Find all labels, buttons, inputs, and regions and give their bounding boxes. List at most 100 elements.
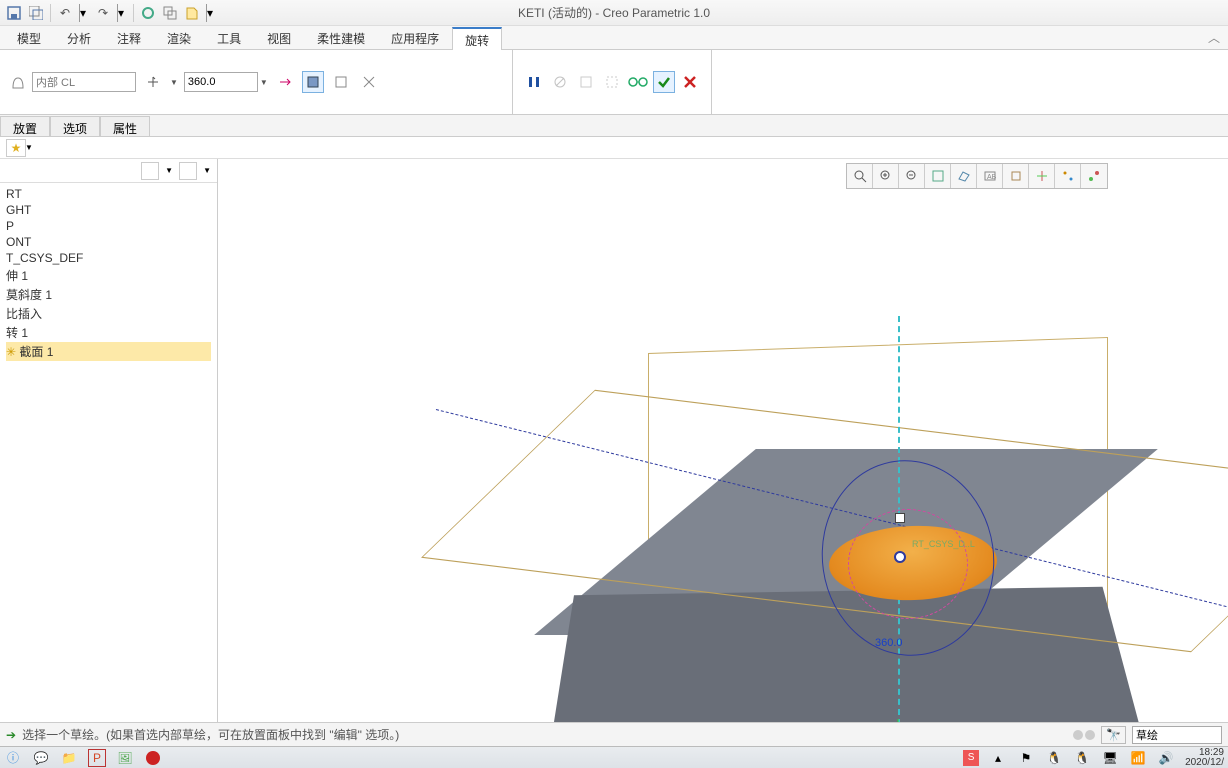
depth-options-dropdown[interactable]: ▼ (170, 78, 178, 87)
new-icon[interactable] (184, 5, 200, 21)
tree-item[interactable]: RT (6, 186, 211, 202)
ribbon-group-actions (512, 50, 712, 114)
tray-qq-icon[interactable]: 🐧 (1045, 749, 1063, 767)
sketch-collector-input[interactable] (32, 72, 136, 92)
taskbar-gallery-icon[interactable]: 🖼 (116, 749, 134, 767)
refit-icon[interactable] (847, 164, 873, 188)
display-style-icon[interactable] (951, 164, 977, 188)
subtab-properties[interactable]: 属性 (100, 116, 150, 136)
taskbar-ppt-icon[interactable]: P (88, 749, 106, 767)
taskbar-wechat-icon[interactable]: 💬 (32, 749, 50, 767)
tab-apps[interactable]: 应用程序 (378, 26, 452, 49)
tab-tools[interactable]: 工具 (204, 26, 254, 49)
zoom-out-icon[interactable] (899, 164, 925, 188)
tab-flexible[interactable]: 柔性建模 (304, 26, 378, 49)
tray-volume-icon[interactable]: 🔊 (1157, 749, 1175, 767)
angle-dropdown[interactable]: ▼ (260, 78, 268, 87)
save-copy-icon[interactable] (28, 5, 44, 21)
revolve-solid-icon[interactable] (10, 74, 26, 90)
tab-render[interactable]: 渲染 (154, 26, 204, 49)
tab-analysis[interactable]: 分析 (54, 26, 104, 49)
subtab-placement[interactable]: 放置 (0, 116, 50, 136)
solid-toggle-icon[interactable] (302, 71, 324, 93)
flip-direction-icon[interactable] (274, 71, 296, 93)
graphics-canvas[interactable]: AB 360.0 RT_CSYS_D..L ▾ ◎ 🔍 💬 正在录制 [00:0… (218, 159, 1228, 722)
tab-view[interactable]: 视图 (254, 26, 304, 49)
named-views-icon[interactable]: AB (977, 164, 1003, 188)
status-selection-input[interactable] (1132, 726, 1222, 744)
status-bar: ➔ 选择一个草绘。(如果首选内部草绘，可在放置面板中找到 "编辑" 选项。) 🔭 (0, 722, 1228, 746)
redo-dropdown[interactable]: ▾ (117, 4, 127, 22)
favorites-icon[interactable]: ★ (6, 139, 26, 157)
model-tree-tools: ▼ ▼ (0, 159, 217, 183)
status-message: 选择一个草绘。(如果首选内部草绘，可在放置面板中找到 "编辑" 选项。) (22, 726, 399, 743)
save-icon[interactable] (6, 5, 22, 21)
svg-text:AB: AB (987, 174, 997, 181)
csys-label: RT_CSYS_D..L (912, 539, 975, 549)
taskbar-explorer-icon[interactable]: 📁 (60, 749, 78, 767)
tree-item[interactable]: P (6, 218, 211, 234)
undo-dropdown[interactable]: ▾ (79, 4, 89, 22)
angle-label[interactable]: 360.0 (875, 637, 903, 649)
tree-item[interactable]: 伸 1 (6, 266, 211, 285)
tab-annotate[interactable]: 注释 (104, 26, 154, 49)
drag-handle[interactable] (895, 513, 905, 523)
point-display-icon[interactable] (1055, 164, 1081, 188)
repaint-icon[interactable] (925, 164, 951, 188)
redo-icon[interactable]: ↷ (95, 5, 111, 21)
ok-button[interactable] (653, 71, 675, 93)
taskbar-record-icon[interactable] (144, 749, 162, 767)
pause-icon[interactable] (523, 71, 545, 93)
tab-model[interactable]: 模型 (4, 26, 54, 49)
surface-toggle-icon[interactable] (330, 71, 352, 93)
zoom-in-icon[interactable] (873, 164, 899, 188)
minimize-ribbon-icon[interactable]: ︿ (1200, 26, 1228, 49)
tray-network-icon[interactable]: 📶 (1129, 749, 1147, 767)
taskbar-ie-icon[interactable]: ⓘ (4, 749, 22, 767)
tree-show-icon[interactable] (179, 162, 197, 180)
ribbon-group-revolve: ▼ ▼ (0, 50, 510, 114)
model-tree-list: RT GHT P ONT T_CSYS_DEF 伸 1 莫斜度 1 比插入 转 … (0, 183, 217, 364)
status-arrow-icon: ➔ (6, 728, 16, 742)
tree-item[interactable]: 转 1 (6, 323, 211, 342)
tree-item-section[interactable]: ✳ 截面 1 (6, 342, 211, 361)
tab-revolve[interactable]: 旋转 (452, 27, 502, 50)
no-preview-icon[interactable] (549, 71, 571, 93)
new-dropdown[interactable]: ▾ (206, 4, 216, 22)
tree-item[interactable]: ONT (6, 234, 211, 250)
undo-icon[interactable]: ↶ (57, 5, 73, 21)
glasses-preview-icon[interactable] (627, 71, 649, 93)
favorites-dropdown[interactable]: ▼ (25, 143, 33, 152)
datum-display-icon[interactable] (1003, 164, 1029, 188)
tree-item[interactable]: 比插入 (6, 304, 211, 323)
attached-preview-icon[interactable] (575, 71, 597, 93)
tray-up-icon[interactable]: ▴ (989, 749, 1007, 767)
thicken-icon[interactable] (358, 71, 380, 93)
ribbon-tabs: 模型 分析 注释 渲染 工具 视图 柔性建模 应用程序 旋转 ︿ (0, 26, 1228, 50)
depth-options-icon[interactable] (142, 71, 164, 93)
tree-filter-icon[interactable] (141, 162, 159, 180)
tray-sogou-icon[interactable]: S (963, 750, 979, 766)
dashboard-subtabs: 放置 选项 属性 (0, 115, 1228, 137)
tray-qq2-icon[interactable]: 🐧 (1073, 749, 1091, 767)
tray-flag-icon[interactable]: ⚑ (1017, 749, 1035, 767)
find-icon[interactable]: 🔭 (1101, 726, 1126, 744)
cancel-button[interactable] (679, 71, 701, 93)
angle-input[interactable] (184, 72, 258, 92)
csys-display-icon[interactable] (1081, 164, 1107, 188)
status-dots (1073, 730, 1095, 740)
taskbar-clock[interactable]: 18:29 2020/12/ (1185, 748, 1224, 768)
tree-item[interactable]: 莫斜度 1 (6, 285, 211, 304)
windows-icon[interactable] (162, 5, 178, 21)
view-toolbar: AB (846, 163, 1108, 189)
center-point-handle[interactable] (894, 551, 906, 563)
quick-access-toolbar: ↶ ▾ ↷ ▾ ▾ KETI (活动的) - Creo Parametric 1… (0, 0, 1228, 26)
unattached-preview-icon[interactable] (601, 71, 623, 93)
tree-item[interactable]: GHT (6, 202, 211, 218)
tray-monitor-icon[interactable]: 🖥 (1101, 749, 1119, 767)
axis-display-icon[interactable] (1029, 164, 1055, 188)
regenerate-icon[interactable] (140, 5, 156, 21)
subtab-options[interactable]: 选项 (50, 116, 100, 136)
tree-item[interactable]: T_CSYS_DEF (6, 250, 211, 266)
favorites-bar: ★ ▼ (0, 137, 1228, 159)
